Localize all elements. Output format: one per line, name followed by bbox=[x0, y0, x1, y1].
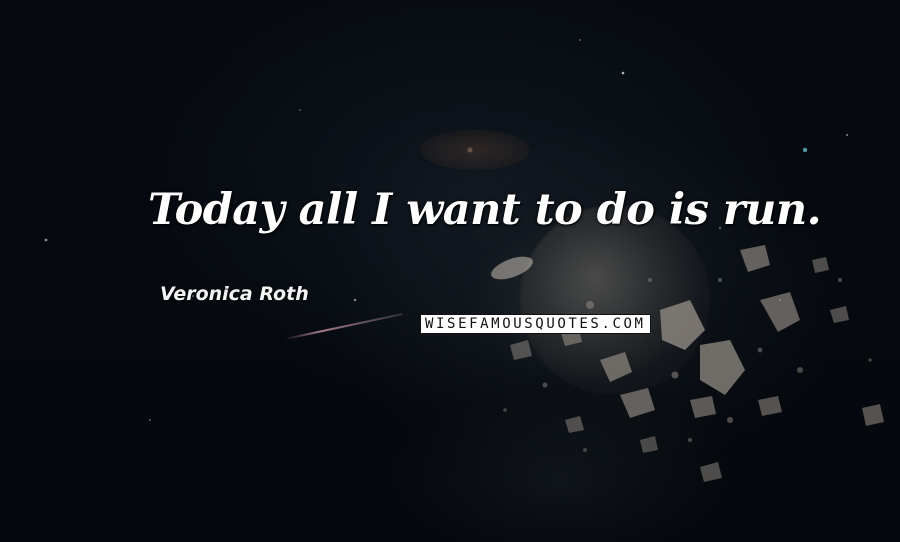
quote-author: Veronica Roth bbox=[160, 283, 309, 305]
watermark-badge: WISEFAMOUSQUOTES.COM bbox=[420, 314, 651, 334]
asteroid-debris bbox=[503, 245, 884, 482]
space-background-art bbox=[44, 39, 884, 482]
quote-image: Today all I want to do is run. Veronica … bbox=[0, 0, 900, 542]
quote-text: Today all I want to do is run. bbox=[148, 185, 822, 235]
asteroid-glint bbox=[491, 256, 533, 280]
